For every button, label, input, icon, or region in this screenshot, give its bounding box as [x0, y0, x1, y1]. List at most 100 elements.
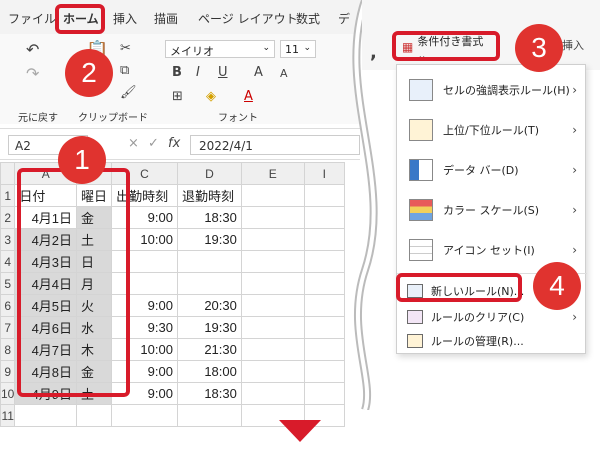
cell[interactable]: 21:30 — [176, 338, 242, 361]
cell[interactable]: 退勤時刻 — [176, 184, 242, 207]
row-header[interactable]: 1 — [0, 184, 16, 207]
font-grow-button[interactable]: A — [254, 66, 263, 79]
border-icon[interactable]: ⊞ — [172, 90, 183, 103]
highlight-cells-icon — [409, 79, 433, 101]
underline-button[interactable]: U — [218, 66, 228, 79]
cell[interactable] — [240, 360, 305, 383]
cell[interactable] — [176, 404, 242, 427]
manage-rule-icon — [407, 334, 423, 348]
step-badge-1: 1 — [58, 136, 106, 184]
font-color-icon[interactable]: A — [244, 90, 253, 103]
font-shrink-button[interactable]: A — [280, 68, 288, 79]
top-bottom-icon — [409, 119, 433, 141]
cell[interactable] — [76, 404, 113, 427]
menu-item-data-bar[interactable]: データ バー(D) › — [397, 151, 587, 189]
cell[interactable] — [14, 404, 78, 427]
group-undo-label: 元に戻す — [18, 113, 58, 124]
fx-icon[interactable]: fx — [168, 137, 180, 150]
bold-button[interactable]: B — [172, 66, 182, 79]
cell[interactable] — [176, 272, 242, 295]
cell[interactable] — [240, 338, 305, 361]
redo-icon[interactable]: ↷ — [26, 66, 39, 82]
tab-file[interactable]: ファイル — [8, 10, 56, 27]
name-box-value: A2 — [15, 139, 31, 153]
step3-highlight — [392, 31, 500, 61]
menu-item-label: アイコン セット(I) — [443, 244, 535, 257]
comma-icon[interactable]: , — [370, 44, 377, 62]
menu-item-color-scale[interactable]: カラー スケール(S) › — [397, 191, 587, 229]
row-header[interactable]: 11 — [0, 404, 16, 427]
tab-draw[interactable]: 描画 — [154, 10, 178, 27]
menu-item-label: ルールのクリア(C) — [431, 311, 525, 324]
cell[interactable] — [240, 272, 305, 295]
tab-formulas[interactable]: 数式 — [296, 10, 320, 27]
cell[interactable] — [240, 228, 305, 251]
icon-set-icon — [409, 239, 433, 261]
tab-page-layout[interactable]: ページ レイアウト — [198, 10, 298, 27]
cell[interactable] — [240, 206, 305, 229]
col-header-e[interactable]: E — [240, 162, 305, 185]
menu-item-label: データ バー(D) — [443, 164, 519, 177]
cell[interactable] — [240, 382, 305, 405]
cell[interactable] — [240, 294, 305, 317]
ribbon-tab-bar: ファイル ホーム 挿入 描画 ページ レイアウト 数式 デ — [0, 0, 360, 34]
fill-color-icon[interactable]: ◈ — [206, 90, 216, 103]
group-font-label: フォント — [218, 113, 258, 124]
select-all[interactable] — [0, 162, 16, 185]
cell[interactable] — [176, 250, 242, 273]
menu-item-top-bottom[interactable]: 上位/下位ルール(T) › — [397, 111, 587, 149]
cell[interactable]: 18:30 — [176, 382, 242, 405]
cell[interactable] — [111, 404, 178, 427]
formula-value: 2022/4/1 — [199, 139, 253, 153]
font-name-select[interactable]: メイリオ ⌄ — [165, 40, 275, 58]
menu-item-highlight-rules[interactable]: セルの強調表示ルール(H) › — [397, 71, 587, 109]
cell[interactable]: 18:00 — [176, 360, 242, 383]
step1-highlight — [17, 168, 130, 397]
data-bar-icon — [409, 159, 433, 181]
cell[interactable] — [240, 250, 305, 273]
row-header[interactable]: 3 — [0, 228, 16, 251]
chevron-right-icon: › — [572, 203, 577, 217]
menu-item-manage-rules[interactable]: ルールの管理(R)... — [397, 329, 587, 353]
tab-insert-right[interactable]: 挿入 — [562, 40, 584, 51]
color-scale-icon — [409, 199, 433, 221]
enter-icon[interactable]: ✓ — [148, 137, 159, 150]
cell[interactable] — [240, 316, 305, 339]
clear-rule-icon — [407, 310, 423, 324]
font-size-value: 11 — [285, 43, 299, 56]
row-header[interactable]: 4 — [0, 250, 16, 273]
cell[interactable] — [240, 184, 305, 207]
cell[interactable]: 20:30 — [176, 294, 242, 317]
step-badge-4: 4 — [533, 262, 581, 310]
row-header[interactable]: 9 — [0, 360, 16, 383]
cell[interactable]: 19:30 — [176, 316, 242, 339]
cut-icon[interactable]: ✂ — [120, 42, 131, 55]
font-name-value: メイリオ — [170, 45, 214, 58]
col-header-d[interactable]: D — [176, 162, 242, 185]
row-header[interactable]: 2 — [0, 206, 16, 229]
chevron-right-icon: › — [572, 83, 577, 97]
step-badge-3: 3 — [515, 24, 563, 72]
menu-item-label: ルールの管理(R)... — [431, 335, 524, 348]
menu-item-label: 上位/下位ルール(T) — [443, 124, 540, 137]
next-step-arrow-icon — [279, 420, 321, 442]
row-header[interactable]: 7 — [0, 316, 16, 339]
menu-item-label: セルの強調表示ルール(H) — [443, 84, 570, 97]
chevron-right-icon: › — [572, 310, 577, 324]
copy-icon[interactable]: ⧉ — [120, 64, 129, 77]
cell[interactable]: 19:30 — [176, 228, 242, 251]
row-header[interactable]: 8 — [0, 338, 16, 361]
formula-bar: A2 × ✓ fx 2022/4/1 — [0, 128, 360, 160]
step4-highlight — [396, 273, 522, 302]
font-size-select[interactable]: 11 ⌄ — [280, 40, 316, 58]
undo-icon[interactable]: ↶ — [26, 42, 39, 58]
tab-insert[interactable]: 挿入 — [113, 10, 137, 27]
cell[interactable]: 18:30 — [176, 206, 242, 229]
italic-button[interactable]: I — [196, 66, 200, 79]
format-painter-icon[interactable]: 🖌 — [120, 86, 137, 99]
row-header[interactable]: 6 — [0, 294, 16, 317]
group-clipboard-label: クリップボード — [78, 113, 148, 124]
row-header[interactable]: 5 — [0, 272, 16, 295]
cancel-icon[interactable]: × — [128, 137, 139, 150]
row-header[interactable]: 10 — [0, 382, 16, 405]
